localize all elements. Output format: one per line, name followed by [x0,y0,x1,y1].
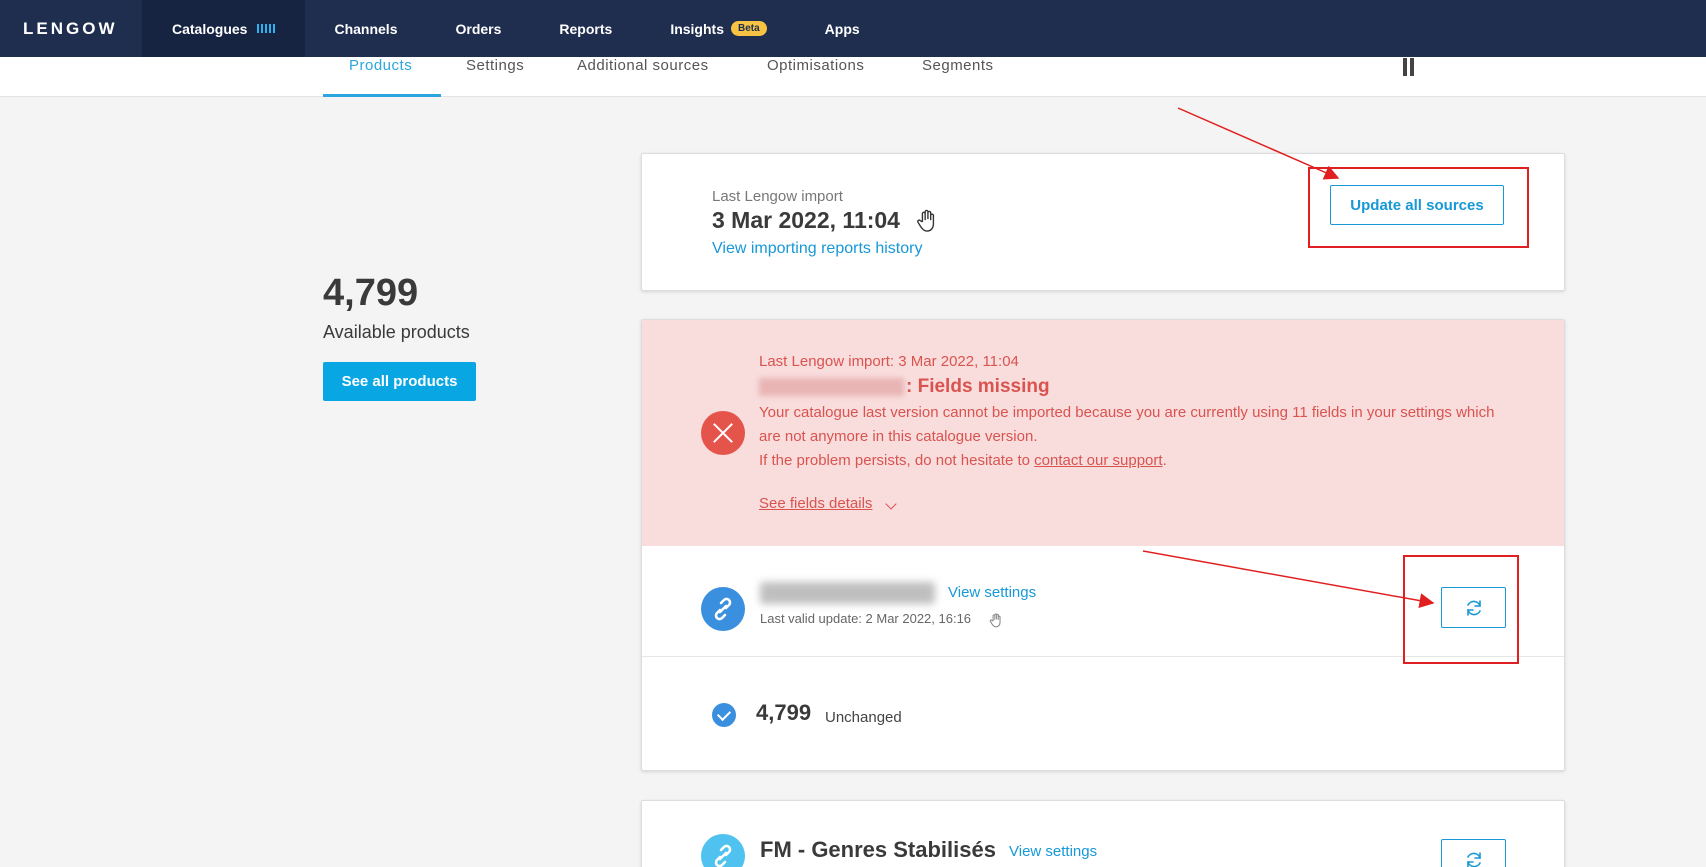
tab-segments[interactable]: Segments [922,57,994,97]
nav-channels[interactable]: Channels [305,0,426,57]
chevron-down-icon[interactable] [885,498,897,510]
tab-products[interactable]: Products [323,57,441,97]
blurred-source-title [760,582,935,604]
nav-reports[interactable]: Reports [530,0,641,57]
last-valid-update: Last valid update: 2 Mar 2022, 16:16 [760,611,972,626]
available-products-count: 4,799 [323,272,419,314]
error-x-icon [701,411,745,455]
check-icon [712,703,736,727]
error-subtitle: Last Lengow import: 3 Mar 2022, 11:04 [759,353,1019,370]
top-navigation: LENGOW Catalogues Channels Orders Report… [0,0,1706,57]
blurred-source-name [759,377,904,396]
hand-icon [917,209,935,232]
nav-apps[interactable]: Apps [796,0,889,57]
tab-additional-sources[interactable]: Additional sources [577,57,709,97]
hand-icon [989,613,1001,628]
refresh-source-button[interactable] [1441,839,1506,867]
source-card-2: FM - Genres Stabilisés View settings [641,800,1565,867]
source-card: Last Lengow import: 3 Mar 2022, 11:04 : … [641,319,1565,771]
contact-support-link[interactable]: contact our support [1034,452,1162,469]
see-fields-details-link[interactable]: See fields details [759,495,872,512]
unchanged-label: Unchanged [825,709,902,726]
beta-badge: Beta [730,21,767,36]
bars-icon [257,24,276,33]
annotation-box [1308,167,1529,248]
error-panel: Last Lengow import: 3 Mar 2022, 11:04 : … [642,320,1564,546]
nav-channels-label: Channels [334,20,398,37]
error-message: Your catalogue last version cannot be im… [759,404,1495,469]
refresh-icon [1467,852,1481,867]
tab-optimisations[interactable]: Optimisations [767,57,864,97]
link-source-icon [701,834,745,867]
nav-apps-label: Apps [824,20,860,37]
annotation-box [1403,555,1519,664]
view-settings-link[interactable]: View settings [1009,843,1097,860]
view-settings-link[interactable]: View settings [948,584,1036,601]
link-source-icon [701,587,745,631]
available-products-label: Available products [323,322,470,342]
nav-insights[interactable]: Insights Beta [641,0,795,57]
nav-catalogues[interactable]: Catalogues [142,0,306,57]
see-all-products-button[interactable]: See all products [323,362,476,401]
last-import-label: Last Lengow import [712,188,843,205]
pause-icon[interactable] [1403,58,1415,76]
nav-reports-label: Reports [559,20,613,37]
last-import-date: 3 Mar 2022, 11:04 [712,207,900,233]
lengow-logo[interactable]: LENGOW [0,0,142,57]
source-title: FM - Genres Stabilisés [760,837,996,862]
nav-orders-label: Orders [455,20,502,37]
error-title: : Fields missing [759,376,1050,398]
nav-catalogues-label: Catalogues [172,20,248,37]
unchanged-count: 4,799 [756,700,812,725]
tab-settings[interactable]: Settings [466,57,524,97]
catalogue-subtabs: Products Settings Additional sources Opt… [0,57,1706,97]
nav-orders[interactable]: Orders [426,0,530,57]
view-importing-reports-link[interactable]: View importing reports history [712,240,922,258]
nav-insights-label: Insights [670,20,724,37]
